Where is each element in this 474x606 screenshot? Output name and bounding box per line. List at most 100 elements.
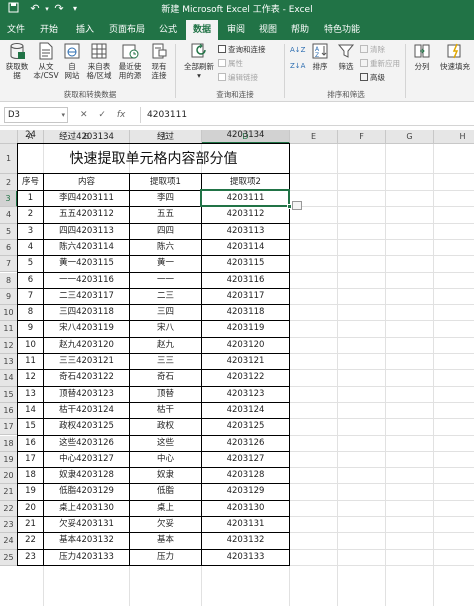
table-cell[interactable]: 政权 (130, 419, 201, 434)
row-header-13[interactable]: 13 (0, 354, 18, 371)
table-cell[interactable]: 23 (18, 550, 43, 565)
table-cell[interactable]: 中心 (130, 452, 201, 467)
table-cell[interactable]: 4203122 (202, 370, 289, 385)
table-cell[interactable]: 一一 (130, 273, 201, 288)
row-header-5[interactable]: 5 (0, 223, 18, 240)
row-header-23[interactable]: 23 (0, 517, 18, 534)
table-cell[interactable]: 这些4203126 (44, 436, 129, 451)
table-header-cell[interactable]: 提取项1 (130, 174, 201, 190)
table-cell[interactable]: 低脂4203129 (44, 484, 129, 499)
table-cell[interactable]: 20 (18, 501, 43, 516)
table-cell[interactable]: 宋八 (130, 321, 201, 336)
table-cell[interactable]: 压力 (130, 550, 201, 565)
tab-review[interactable]: 审阅 (222, 20, 250, 40)
from-table-range-button[interactable]: 来自表 格/区域 (84, 42, 114, 80)
table-cell[interactable]: 4203133 (202, 550, 289, 565)
properties-button[interactable]: 属性 (218, 59, 243, 69)
reapply-button[interactable]: 重新应用 (360, 59, 400, 69)
recent-sources-button[interactable]: 最近使 用的源 (115, 42, 145, 80)
table-cell[interactable]: 4203132 (202, 533, 289, 548)
row-header-16[interactable]: 16 (0, 402, 18, 420)
table-cell[interactable]: 一一4203116 (44, 273, 129, 288)
table-cell[interactable]: 二三4203117 (44, 289, 129, 304)
table-cell[interactable]: 19 (18, 484, 43, 499)
table-cell[interactable]: 三三 (130, 354, 201, 369)
table-cell[interactable]: 4203131 (202, 517, 289, 532)
table-cell[interactable]: 桌上 (130, 501, 201, 516)
table-cell[interactable]: 五五 (130, 207, 201, 222)
row-header-10[interactable]: 10 (0, 305, 18, 322)
row-header-8[interactable]: 8 (0, 272, 18, 289)
table-cell[interactable]: 4203120 (202, 338, 289, 353)
table-cell[interactable]: 4203130 (202, 501, 289, 516)
table-cell[interactable]: 2 (18, 207, 43, 222)
cancel-icon[interactable]: ✕ (80, 110, 88, 120)
table-cell[interactable]: 三四 (130, 305, 201, 320)
spreadsheet-grid[interactable]: A B C D E F G H 1 2 3 4 5 6 7 8 9 10 11 12 13 14 15 16 17 18 19 20 2… (0, 130, 474, 606)
row-header-6[interactable]: 6 (0, 239, 18, 257)
clear-button[interactable]: 清除 (360, 45, 385, 55)
table-cell[interactable]: 经过4203134 (44, 130, 129, 142)
tab-file[interactable]: 文件 (2, 20, 30, 40)
table-cell[interactable]: 奴隶4203128 (44, 468, 129, 483)
table-cell[interactable]: 4203116 (202, 273, 289, 288)
table-cell[interactable]: 4203128 (202, 468, 289, 483)
table-cell[interactable]: 4203127 (202, 452, 289, 467)
row-header-14[interactable]: 14 (0, 370, 18, 387)
table-cell[interactable]: 黄一 (130, 256, 201, 271)
row-header-9[interactable]: 9 (0, 288, 18, 306)
table-cell[interactable]: 15 (18, 419, 43, 434)
name-box-dropdown-icon[interactable]: ▾ (61, 108, 65, 122)
row-header-4[interactable]: 4 (0, 207, 18, 224)
table-cell[interactable]: 三三4203121 (44, 354, 129, 369)
table-cell[interactable]: 4203121 (202, 354, 289, 369)
table-cell[interactable]: 经过 (130, 130, 201, 142)
table-cell[interactable]: 14 (18, 403, 43, 418)
table-cell[interactable]: 李四4203111 (44, 191, 129, 206)
table-cell[interactable]: 奴隶 (130, 468, 201, 483)
tab-data[interactable]: 数据 (186, 20, 218, 40)
table-cell[interactable]: 李四 (130, 191, 201, 206)
column-header-g[interactable]: G (386, 130, 434, 144)
edit-links-button[interactable]: 编辑链接 (218, 73, 258, 83)
row-header-18[interactable]: 18 (0, 435, 18, 452)
table-header-cell[interactable]: 提取项2 (202, 174, 289, 190)
tab-home[interactable]: 开始 (34, 20, 64, 40)
table-cell[interactable]: 奇石 (130, 370, 201, 385)
table-cell[interactable]: 4203124 (202, 403, 289, 418)
table-cell[interactable]: 四四 (130, 224, 201, 239)
table-cell[interactable]: 中心4203127 (44, 452, 129, 467)
table-cell[interactable]: 赵九4203120 (44, 338, 129, 353)
table-cell[interactable]: 11 (18, 354, 43, 369)
sort-za-icon[interactable]: Z↓A (290, 61, 305, 71)
from-text-csv-button[interactable]: 从文 本/CSV (32, 42, 60, 80)
table-cell[interactable]: 4203117 (202, 289, 289, 304)
tab-insert[interactable]: 插入 (70, 20, 100, 40)
table-cell[interactable]: 6 (18, 273, 43, 288)
row-header-12[interactable]: 12 (0, 337, 18, 354)
refresh-all-dropdown-icon[interactable]: ▾ (197, 71, 201, 80)
table-cell[interactable]: 4203126 (202, 436, 289, 451)
table-cell[interactable]: 4203134 (202, 130, 289, 140)
tab-view[interactable]: 视图 (254, 20, 282, 40)
table-cell[interactable]: 黄一4203115 (44, 256, 129, 271)
flash-fill-button[interactable]: 快速填充 (436, 42, 474, 71)
table-cell[interactable]: 4203113 (202, 224, 289, 239)
get-data-button[interactable]: 获取数 据 (3, 42, 31, 80)
sort-button[interactable]: AZ 排序 (308, 42, 332, 71)
table-cell[interactable]: 4203115 (202, 256, 289, 271)
column-header-e[interactable]: E (290, 130, 338, 144)
table-cell[interactable]: 12 (18, 370, 43, 385)
table-cell[interactable]: 陈六4203114 (44, 240, 129, 255)
table-cell[interactable]: 压力4203133 (44, 550, 129, 565)
filter-button[interactable]: 筛选 (334, 42, 358, 71)
advanced-filter-button[interactable]: 高级 (360, 73, 385, 83)
row-header-7[interactable]: 7 (0, 256, 18, 273)
active-cell-selection[interactable] (200, 189, 290, 208)
tab-formulas[interactable]: 公式 (154, 20, 182, 40)
column-header-h[interactable]: H (434, 130, 474, 144)
table-cell[interactable]: 桌上4203130 (44, 501, 129, 516)
table-cell[interactable]: 基本4203132 (44, 533, 129, 548)
table-cell[interactable]: 8 (18, 305, 43, 320)
column-header-f[interactable]: F (338, 130, 386, 144)
